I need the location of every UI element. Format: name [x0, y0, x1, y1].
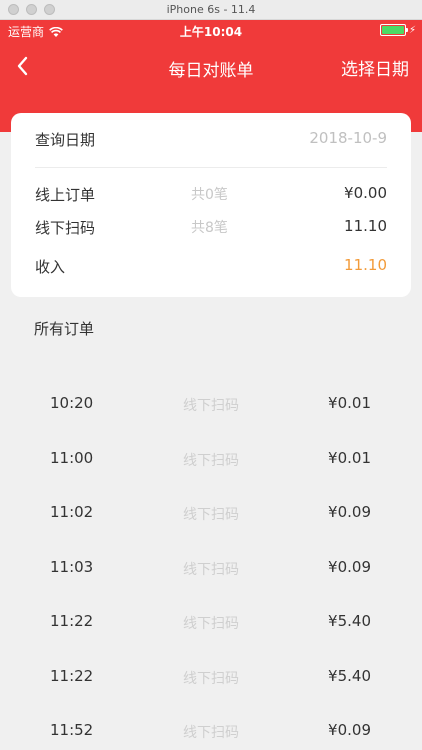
- order-type: 线下扫码: [183, 616, 239, 632]
- order-time: 11:00: [50, 448, 94, 467]
- income-row: 收入 11.10: [35, 256, 387, 278]
- status-time: 上午10:04: [179, 25, 243, 39]
- offline-scan-amount: 11.10: [344, 217, 387, 235]
- order-amount: ¥0.09: [328, 503, 371, 521]
- card-divider: [35, 167, 387, 168]
- query-date-row: 查询日期 2018-10-9: [35, 129, 387, 151]
- online-orders-row: 线上订单 共0笔 ¥0.00: [35, 184, 387, 206]
- order-type: 线下扫码: [183, 398, 239, 414]
- simulator-title-bar: iPhone 6s - 11.4: [0, 0, 422, 20]
- order-amount: ¥0.01: [328, 448, 371, 467]
- orders-section-title: 所有订单: [34, 320, 95, 338]
- order-amount: ¥5.40: [328, 612, 371, 630]
- orders-list: 10:20 线下扫码 ¥0.01 11:00 线下扫码 ¥0.01 11:02 线下扫码 ¥0.…: [0, 376, 422, 750]
- online-orders-amount: ¥0.00: [344, 184, 387, 202]
- order-amount: ¥0.09: [328, 721, 371, 739]
- battery-icon: [379, 24, 408, 36]
- query-date-value[interactable]: 2018-10-9: [309, 129, 387, 147]
- order-type: 线下扫码: [183, 507, 239, 523]
- navigation-bar: 每日对账单 选择日期: [0, 42, 422, 94]
- order-row[interactable]: 11:22 线下扫码 ¥5.40: [0, 649, 422, 704]
- charging-icon: ⚡: [408, 24, 416, 36]
- online-orders-count: 共0笔: [191, 187, 228, 203]
- order-type: 线下扫码: [183, 670, 239, 687]
- order-time: 11:52: [50, 721, 94, 739]
- battery-group: ⚡: [379, 24, 416, 36]
- order-row[interactable]: 11:52 线下扫码 ¥0.09: [0, 703, 422, 750]
- order-type: 线下扫码: [183, 725, 239, 741]
- order-amount: ¥0.01: [328, 394, 371, 412]
- offline-scan-label: 线下扫码: [35, 219, 96, 237]
- query-date-label: 查询日期: [35, 131, 96, 149]
- order-time: 11:22: [50, 612, 94, 630]
- order-row[interactable]: 11:02 线下扫码 ¥0.09: [0, 485, 422, 540]
- summary-card: 查询日期 2018-10-9 线上订单 共0笔 ¥0.00 线下扫码 共8笔 1…: [11, 113, 411, 297]
- income-amount: 11.10: [344, 256, 387, 274]
- order-amount: ¥5.40: [328, 666, 371, 685]
- offline-scan-row: 线下扫码 共8笔 11.10: [35, 217, 387, 239]
- order-time: 11:22: [50, 666, 94, 685]
- order-time: 11:02: [50, 503, 94, 521]
- select-date-button[interactable]: 选择日期: [341, 55, 409, 80]
- order-row[interactable]: 10:20 线下扫码 ¥0.01: [0, 376, 422, 431]
- order-type: 线下扫码: [183, 561, 239, 578]
- offline-scan-count: 共8笔: [191, 220, 228, 236]
- order-amount: ¥0.09: [328, 557, 371, 576]
- status-bar: 运营商 上午10:04 ⚡: [0, 20, 422, 42]
- income-label: 收入: [35, 258, 66, 276]
- order-time: 10:20: [50, 394, 94, 412]
- order-type: 线下扫码: [183, 452, 239, 469]
- order-row[interactable]: 11:22 线下扫码 ¥5.40: [0, 594, 422, 649]
- order-time: 11:03: [50, 557, 94, 576]
- order-row[interactable]: 11:00 线下扫码 ¥0.01: [0, 431, 422, 486]
- simulator-title: iPhone 6s - 11.4: [166, 3, 256, 16]
- online-orders-label: 线上订单: [35, 186, 96, 204]
- order-row[interactable]: 11:03 线下扫码 ¥0.09: [0, 540, 422, 595]
